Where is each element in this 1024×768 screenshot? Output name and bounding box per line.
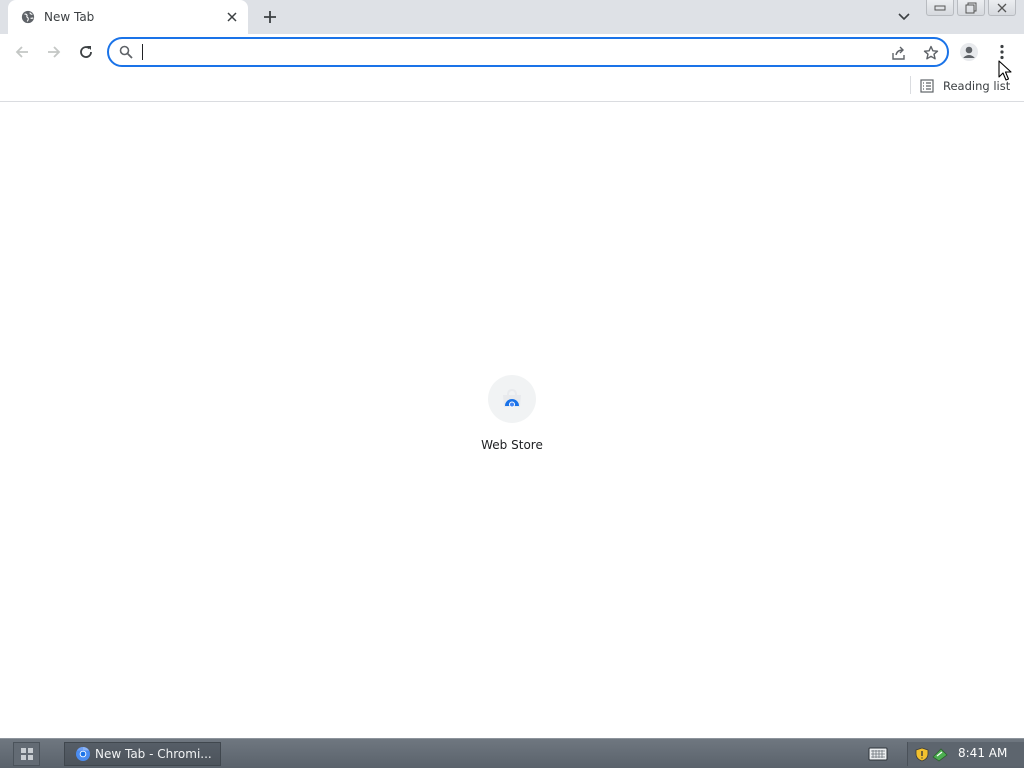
close-icon xyxy=(997,3,1007,12)
tab-strip: New Tab xyxy=(0,0,1024,34)
text-caret xyxy=(142,44,143,60)
restore-button[interactable] xyxy=(957,0,985,16)
kebab-menu-icon xyxy=(1000,44,1004,60)
globe-icon xyxy=(21,10,35,24)
window-close-button[interactable] xyxy=(988,0,1016,16)
shortcut-icon-container xyxy=(488,375,536,423)
reload-icon xyxy=(80,46,92,58)
restore-icon xyxy=(965,2,977,13)
reading-list-icon xyxy=(920,79,934,93)
arrow-right-icon xyxy=(48,46,61,58)
tab-new-tab[interactable]: New Tab xyxy=(8,0,248,34)
profile-button[interactable] xyxy=(957,40,981,64)
forward-button[interactable] xyxy=(42,40,66,64)
clock[interactable]: 8:41 AM xyxy=(958,746,1007,760)
person-icon xyxy=(960,43,978,61)
tab-title: New Tab xyxy=(44,10,95,24)
app-grid-icon xyxy=(20,748,33,760)
close-icon xyxy=(227,12,237,22)
taskbar-window-chromium[interactable]: New Tab - Chromi... xyxy=(64,742,221,766)
taskbar-window-label: New Tab - Chromi... xyxy=(95,747,212,761)
minimize-button[interactable] xyxy=(926,0,954,16)
chevron-down-icon xyxy=(898,13,910,21)
os-taskbar: New Tab - Chromi... 8:41 AM xyxy=(0,738,1024,768)
share-button[interactable] xyxy=(889,43,909,63)
arrow-left-icon xyxy=(15,46,28,58)
minimize-icon xyxy=(934,5,946,10)
system-tray: 8:41 AM xyxy=(907,742,1024,766)
back-button[interactable] xyxy=(10,40,34,64)
address-bar[interactable] xyxy=(107,37,949,67)
tab-search-button[interactable] xyxy=(894,7,914,27)
network-icon[interactable] xyxy=(932,747,948,762)
shortcut-web-store[interactable]: Web Store xyxy=(471,375,553,465)
bookmark-star-button[interactable] xyxy=(921,43,941,63)
keyboard-icon[interactable] xyxy=(868,746,888,762)
star-icon xyxy=(923,45,939,60)
share-icon xyxy=(892,46,905,60)
window-controls xyxy=(926,0,1020,17)
toolbar xyxy=(0,34,1024,70)
web-store-icon xyxy=(503,389,521,408)
shortcut-label: Web Store xyxy=(481,438,543,452)
tab-close-button[interactable] xyxy=(224,9,240,25)
new-tab-button[interactable] xyxy=(259,6,281,28)
plus-icon xyxy=(264,11,276,23)
shield-icon[interactable] xyxy=(915,747,929,762)
new-tab-page: Web Store xyxy=(0,103,1024,738)
chromium-icon xyxy=(76,746,90,761)
address-input[interactable] xyxy=(141,42,881,62)
reload-button[interactable] xyxy=(74,40,98,64)
bookmarks-bar: Reading list xyxy=(0,70,1024,102)
bookmarks-separator xyxy=(910,76,911,94)
start-menu-button[interactable] xyxy=(13,742,40,766)
search-icon xyxy=(119,45,133,59)
mouse-cursor-icon xyxy=(998,60,1012,81)
